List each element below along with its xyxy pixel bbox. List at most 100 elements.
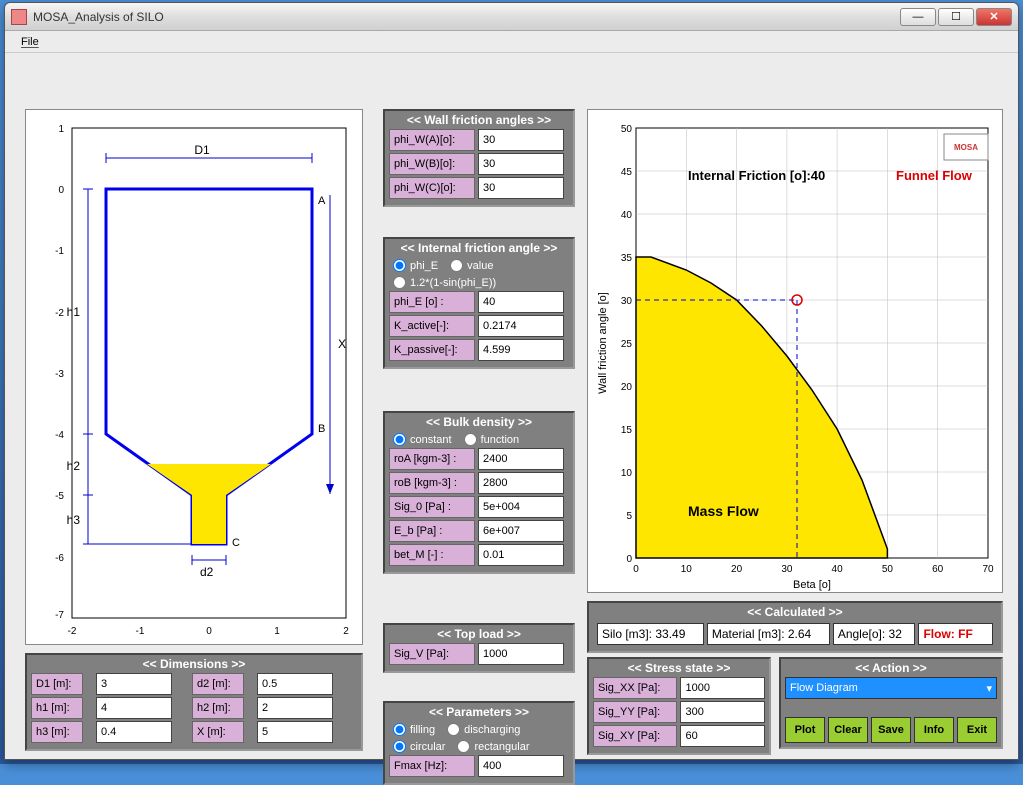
X-label: X [m]: xyxy=(192,721,244,743)
h2-input[interactable] xyxy=(257,697,333,719)
titlebar[interactable]: MOSA_Analysis of SILO — ☐ ✕ xyxy=(5,3,1018,31)
radio-formula[interactable]: 1.2*(1-sin(phi_E)) xyxy=(393,276,496,289)
sigXY-input[interactable] xyxy=(680,725,765,747)
maximize-button[interactable]: ☐ xyxy=(938,8,974,26)
radio-rectangular[interactable]: rectangular xyxy=(457,740,529,753)
svg-text:20: 20 xyxy=(621,382,633,393)
phiWB-label: phi_W(B)[o]: xyxy=(389,153,475,175)
menu-file[interactable]: File xyxy=(13,34,47,50)
svg-text:15: 15 xyxy=(621,425,633,436)
radio-phiE[interactable]: phi_E xyxy=(393,259,438,272)
svg-text:5: 5 xyxy=(626,511,632,522)
sig0-input[interactable] xyxy=(478,496,564,518)
menubar: File xyxy=(5,31,1018,53)
fmax-label: Fmax [Hz]: xyxy=(389,755,475,777)
roA-input[interactable] xyxy=(478,448,564,470)
radio-function[interactable]: function xyxy=(464,433,520,446)
svg-text:35: 35 xyxy=(621,253,633,264)
phiWA-label: phi_W(A)[o]: xyxy=(389,129,475,151)
phiWB-input[interactable] xyxy=(478,153,564,175)
svg-text:-4: -4 xyxy=(55,430,64,441)
svg-text:h2: h2 xyxy=(67,459,81,473)
sigV-input[interactable] xyxy=(478,643,564,665)
topload-title: << Top load >> xyxy=(389,627,569,641)
fmax-input[interactable] xyxy=(478,755,564,777)
eb-input[interactable] xyxy=(478,520,564,542)
svg-text:D1: D1 xyxy=(194,143,210,157)
calc-flow: Flow: FF xyxy=(918,623,993,645)
chart-title-left: Internal Friction [o]:40 xyxy=(688,168,825,183)
svg-text:MOSA: MOSA xyxy=(954,143,978,152)
sigYY-label: Sig_YY [Pa]: xyxy=(593,701,677,723)
h1-label: h1 [m]: xyxy=(31,697,83,719)
svg-text:60: 60 xyxy=(932,564,944,575)
exit-button[interactable]: Exit xyxy=(957,717,997,743)
sigXY-label: Sig_XY [Pa]: xyxy=(593,725,677,747)
kactive-input[interactable] xyxy=(478,315,564,337)
roB-label: roB [kgm-3] : xyxy=(389,472,475,494)
kpassive-label: K_passive[-]: xyxy=(389,339,475,361)
X-input[interactable] xyxy=(257,721,333,743)
D1-input[interactable] xyxy=(96,673,172,695)
kpassive-input[interactable] xyxy=(478,339,564,361)
minimize-button[interactable]: — xyxy=(900,8,936,26)
d2-label: d2 [m]: xyxy=(192,673,244,695)
svg-text:-7: -7 xyxy=(55,610,64,621)
svg-text:-6: -6 xyxy=(55,553,64,564)
wall-title: << Wall friction angles >> xyxy=(389,113,569,127)
radio-discharging[interactable]: discharging xyxy=(447,723,520,736)
betM-input[interactable] xyxy=(478,544,564,566)
svg-text:10: 10 xyxy=(621,468,633,479)
svg-text:40: 40 xyxy=(621,210,633,221)
radio-filling[interactable]: filling xyxy=(393,723,435,736)
h1-input[interactable] xyxy=(96,697,172,719)
plot-button[interactable]: Plot xyxy=(785,717,825,743)
radio-value[interactable]: value xyxy=(450,259,493,272)
action-panel: << Action >> Flow Diagram▾ Plot Clear Sa… xyxy=(779,657,1003,749)
radio-constant[interactable]: constant xyxy=(393,433,452,446)
action-select[interactable]: Flow Diagram▾ xyxy=(785,677,997,699)
roB-input[interactable] xyxy=(478,472,564,494)
svg-text:30: 30 xyxy=(621,296,633,307)
close-button[interactable]: ✕ xyxy=(976,8,1012,26)
svg-text:-3: -3 xyxy=(55,369,64,380)
svg-text:50: 50 xyxy=(621,124,633,135)
info-button[interactable]: Info xyxy=(914,717,954,743)
svg-text:-2: -2 xyxy=(68,626,77,637)
svg-text:h3: h3 xyxy=(67,513,81,527)
stress-panel: << Stress state >> Sig_XX [Pa]: Sig_YY [… xyxy=(587,657,771,755)
d2-input[interactable] xyxy=(257,673,333,695)
xlabel: Beta [o] xyxy=(793,579,831,591)
kactive-label: K_active[-]: xyxy=(389,315,475,337)
calculated-panel: << Calculated >> Silo [m3]: 33.49 Materi… xyxy=(587,601,1003,653)
bulk-title: << Bulk density >> xyxy=(389,415,569,429)
svg-text:2: 2 xyxy=(343,626,349,637)
window-title: MOSA_Analysis of SILO xyxy=(33,10,900,24)
svg-text:0: 0 xyxy=(58,185,64,196)
calc-angle: Angle[o]: 32 xyxy=(833,623,916,645)
svg-text:0: 0 xyxy=(626,554,632,565)
svg-text:10: 10 xyxy=(681,564,693,575)
radio-circular[interactable]: circular xyxy=(393,740,445,753)
svg-text:-1: -1 xyxy=(136,626,145,637)
flow-chart: 01020 304050 6070 0510 152025 303540 455… xyxy=(587,109,1003,593)
phiE-input[interactable] xyxy=(478,291,564,313)
svg-text:h1: h1 xyxy=(67,305,81,319)
phiWA-input[interactable] xyxy=(478,129,564,151)
svg-text:A: A xyxy=(318,195,326,207)
phiE-label: phi_E [o] : xyxy=(389,291,475,313)
clear-button[interactable]: Clear xyxy=(828,717,868,743)
sigXX-input[interactable] xyxy=(680,677,765,699)
h3-input[interactable] xyxy=(96,721,172,743)
chevron-down-icon: ▾ xyxy=(986,682,992,695)
dimensions-panel: << Dimensions >> D1 [m]: h1 [m]: h3 [m]:… xyxy=(25,653,363,751)
svg-text:1: 1 xyxy=(58,124,64,135)
save-button[interactable]: Save xyxy=(871,717,911,743)
parameters-panel: << Parameters >> filling discharging cir… xyxy=(383,701,575,785)
phiWC-input[interactable] xyxy=(478,177,564,199)
params-title: << Parameters >> xyxy=(389,705,569,719)
chart-title-right: Funnel Flow xyxy=(896,168,973,183)
sigXX-label: Sig_XX [Pa]: xyxy=(593,677,677,699)
svg-text:-1: -1 xyxy=(55,246,64,257)
sigYY-input[interactable] xyxy=(680,701,765,723)
